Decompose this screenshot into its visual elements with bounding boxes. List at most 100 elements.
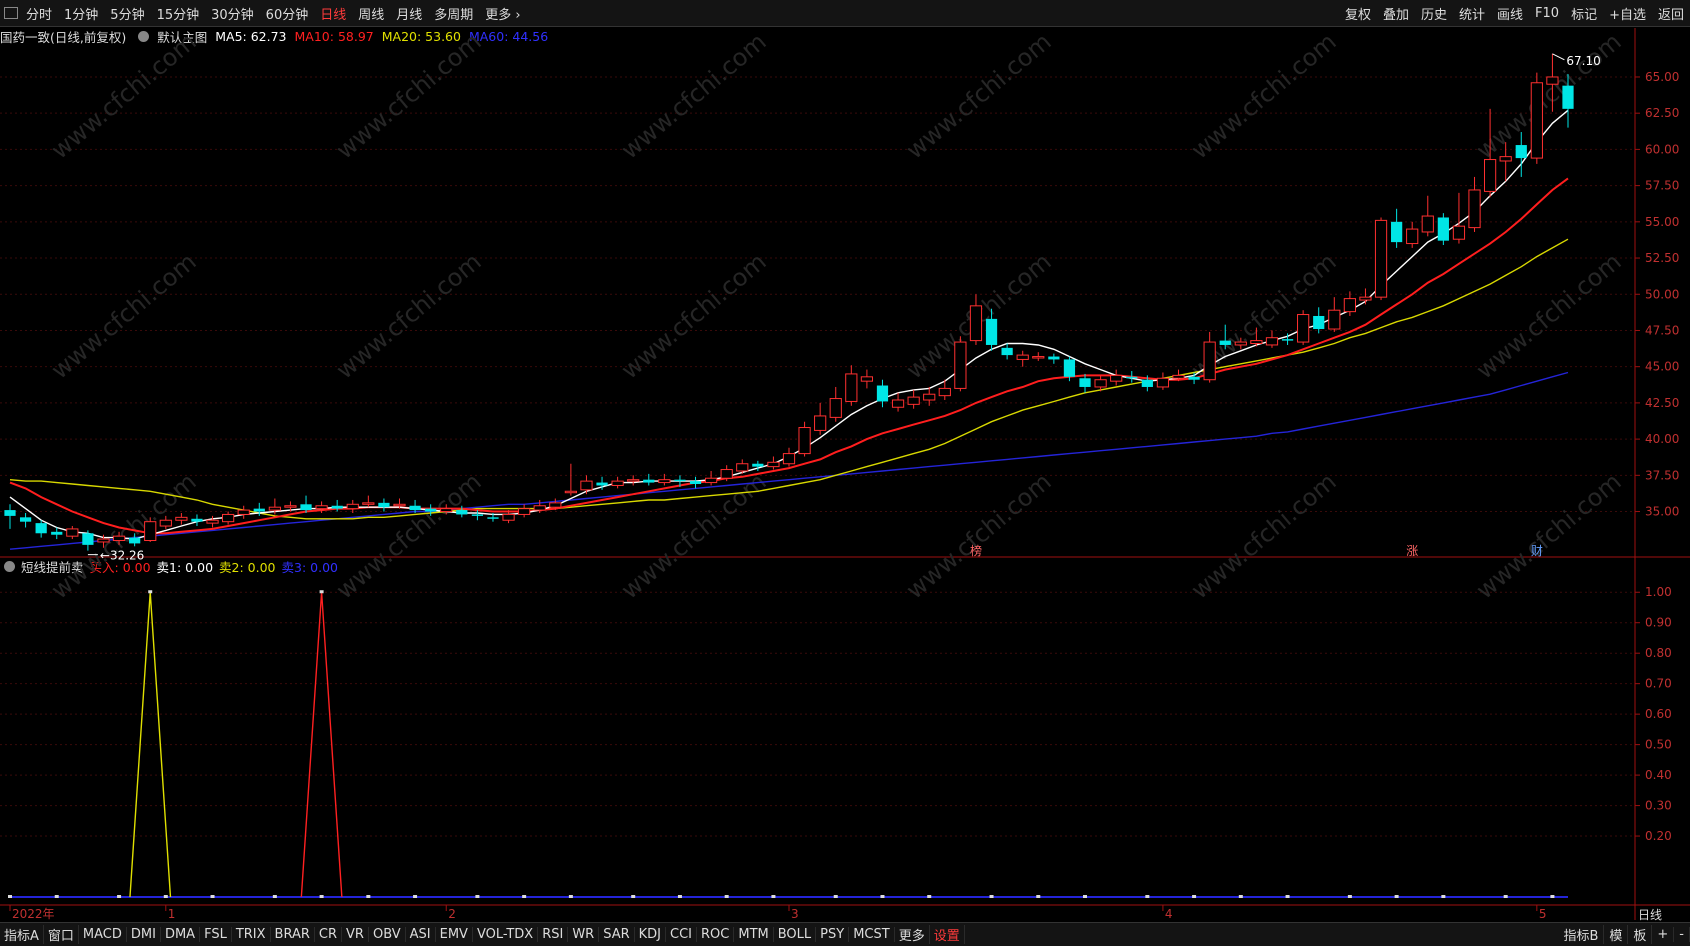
- candle-body: [814, 415, 827, 431]
- indicator-tab[interactable]: TRIX: [232, 927, 271, 942]
- indicator-tab[interactable]: DMA: [161, 927, 201, 942]
- watermark-text: www.cfchi.com: [331, 467, 487, 604]
- candle-body: [938, 387, 951, 397]
- indicator-tick-label: 1.00: [1645, 585, 1672, 599]
- kline-chart[interactable]: 65.00 62.50 60.00 57.50 55.00 52.50 50.00 47.50…: [0, 0, 1690, 920]
- price-tick-label: 35.00: [1645, 505, 1679, 519]
- candle-body: [1359, 296, 1372, 301]
- bottom-right-button[interactable]: 模: [1604, 925, 1629, 944]
- candle-body: [1265, 337, 1279, 346]
- time-label: 4: [1165, 907, 1173, 920]
- candle-body: [533, 505, 546, 511]
- sell1-dot: [677, 895, 682, 898]
- sell1-dot: [833, 895, 838, 898]
- price-tick-label: 50.00: [1645, 287, 1679, 301]
- candle-body: [315, 505, 328, 510]
- candle-body: [1234, 341, 1247, 346]
- sell1-dot: [1192, 895, 1197, 898]
- bottom-right-button[interactable]: -: [1674, 927, 1690, 942]
- indicator-tab[interactable]: MCST: [849, 927, 895, 942]
- high-marker-line: [1552, 53, 1565, 61]
- candle-body: [1374, 219, 1388, 298]
- watermark-text: www.cfchi.com: [1471, 27, 1627, 164]
- candle-body: [159, 519, 172, 527]
- candle-body: [1203, 341, 1216, 381]
- candle-body: [346, 503, 359, 510]
- candle-body: [1156, 377, 1170, 388]
- indicator-tab[interactable]: BOLL: [774, 927, 817, 942]
- candle-body: [129, 537, 141, 544]
- candle-body: [502, 513, 515, 521]
- indicator-tab[interactable]: CCI: [666, 927, 698, 942]
- indicator-tab[interactable]: VR: [342, 927, 369, 942]
- candle-body: [206, 519, 219, 524]
- indicator-tab[interactable]: SAR: [599, 927, 635, 942]
- signal-peak-dot: [148, 590, 153, 594]
- sell1-dot: [927, 895, 932, 898]
- event-marker: 涨: [1406, 543, 1418, 558]
- time-label: 2: [448, 907, 456, 920]
- candle-body: [907, 396, 920, 405]
- candle-body: [1001, 347, 1013, 356]
- price-tick-label: 47.50: [1645, 323, 1679, 337]
- indicator-tab[interactable]: 设置: [930, 925, 965, 944]
- candle-body: [409, 505, 421, 511]
- candle-body: [284, 505, 297, 508]
- candle-body: [1328, 309, 1341, 330]
- indicator-tab[interactable]: WR: [568, 927, 600, 942]
- indicator-tab[interactable]: OBV: [369, 927, 406, 942]
- indicator-tab[interactable]: ROC: [697, 927, 735, 942]
- candle-body: [891, 399, 905, 408]
- bottom-right-button[interactable]: 指标B: [1558, 925, 1605, 944]
- indicator-tab[interactable]: EMV: [436, 927, 473, 942]
- price-tick-label: 37.50: [1645, 468, 1679, 482]
- candle-body: [1250, 340, 1263, 345]
- indicator-tab[interactable]: KDJ: [635, 927, 667, 942]
- watermark-text: www.cfchi.com: [46, 247, 202, 384]
- indicator-tab[interactable]: 指标A: [0, 925, 44, 944]
- indicator-tab[interactable]: ASI: [406, 927, 436, 942]
- watermark-text: www.cfchi.com: [331, 247, 487, 384]
- candle-body: [440, 508, 453, 513]
- time-label: 5: [1539, 907, 1547, 920]
- watermark-text: www.cfchi.com: [901, 27, 1057, 164]
- indicator-toolbar: 指标A 窗口 MACD DMI DMA FSL TRIX BRAR CR VR OBV ASI EMV V…: [0, 922, 1690, 946]
- watermark-text: www.cfchi.com: [1471, 467, 1627, 604]
- indicator-tab[interactable]: VOL-TDX: [473, 927, 539, 942]
- watermark-text: www.cfchi.com: [1471, 247, 1627, 384]
- indicator-tab[interactable]: PSY: [816, 927, 850, 942]
- candle-body: [1515, 145, 1527, 159]
- candle-body: [1016, 354, 1029, 360]
- sell1-dot: [724, 895, 729, 898]
- indicator-tick-label: 0.50: [1645, 738, 1672, 752]
- candle-body: [752, 463, 764, 467]
- time-label: 2022年: [12, 907, 55, 920]
- candle-body: [1343, 298, 1356, 313]
- indicator-tick-label: 0.20: [1645, 829, 1672, 843]
- indicator-tab[interactable]: 窗口: [44, 925, 79, 944]
- indicator-tab[interactable]: DMI: [127, 927, 161, 942]
- sell1-dot: [1145, 895, 1150, 898]
- indicator-tick-label: 0.30: [1645, 799, 1672, 813]
- candle-body: [362, 502, 375, 505]
- indicator-tab[interactable]: CR: [315, 927, 343, 942]
- indicator-tab[interactable]: MACD: [79, 927, 127, 942]
- sell1-dot: [880, 895, 885, 898]
- candle-body: [35, 523, 47, 534]
- indicator-tab[interactable]: 更多: [895, 925, 930, 944]
- watermark-text: www.cfchi.com: [616, 27, 772, 164]
- watermark-text: www.cfchi.com: [901, 467, 1057, 604]
- sell1-dot: [522, 895, 527, 898]
- candle-body: [19, 517, 32, 522]
- candle-body: [985, 318, 998, 345]
- indicator-tab[interactable]: FSL: [200, 927, 232, 942]
- candle-body: [1530, 82, 1543, 159]
- period-tag: 日线: [1638, 908, 1663, 922]
- bottom-right-button[interactable]: 板: [1628, 925, 1653, 944]
- indicator-tab[interactable]: MTM: [734, 927, 774, 942]
- bottom-right-button[interactable]: +: [1652, 927, 1675, 942]
- sell1-dot: [1285, 895, 1290, 898]
- indicator-tab[interactable]: BRAR: [271, 927, 315, 942]
- candle-body: [1421, 215, 1434, 233]
- indicator-tab[interactable]: RSI: [538, 927, 569, 942]
